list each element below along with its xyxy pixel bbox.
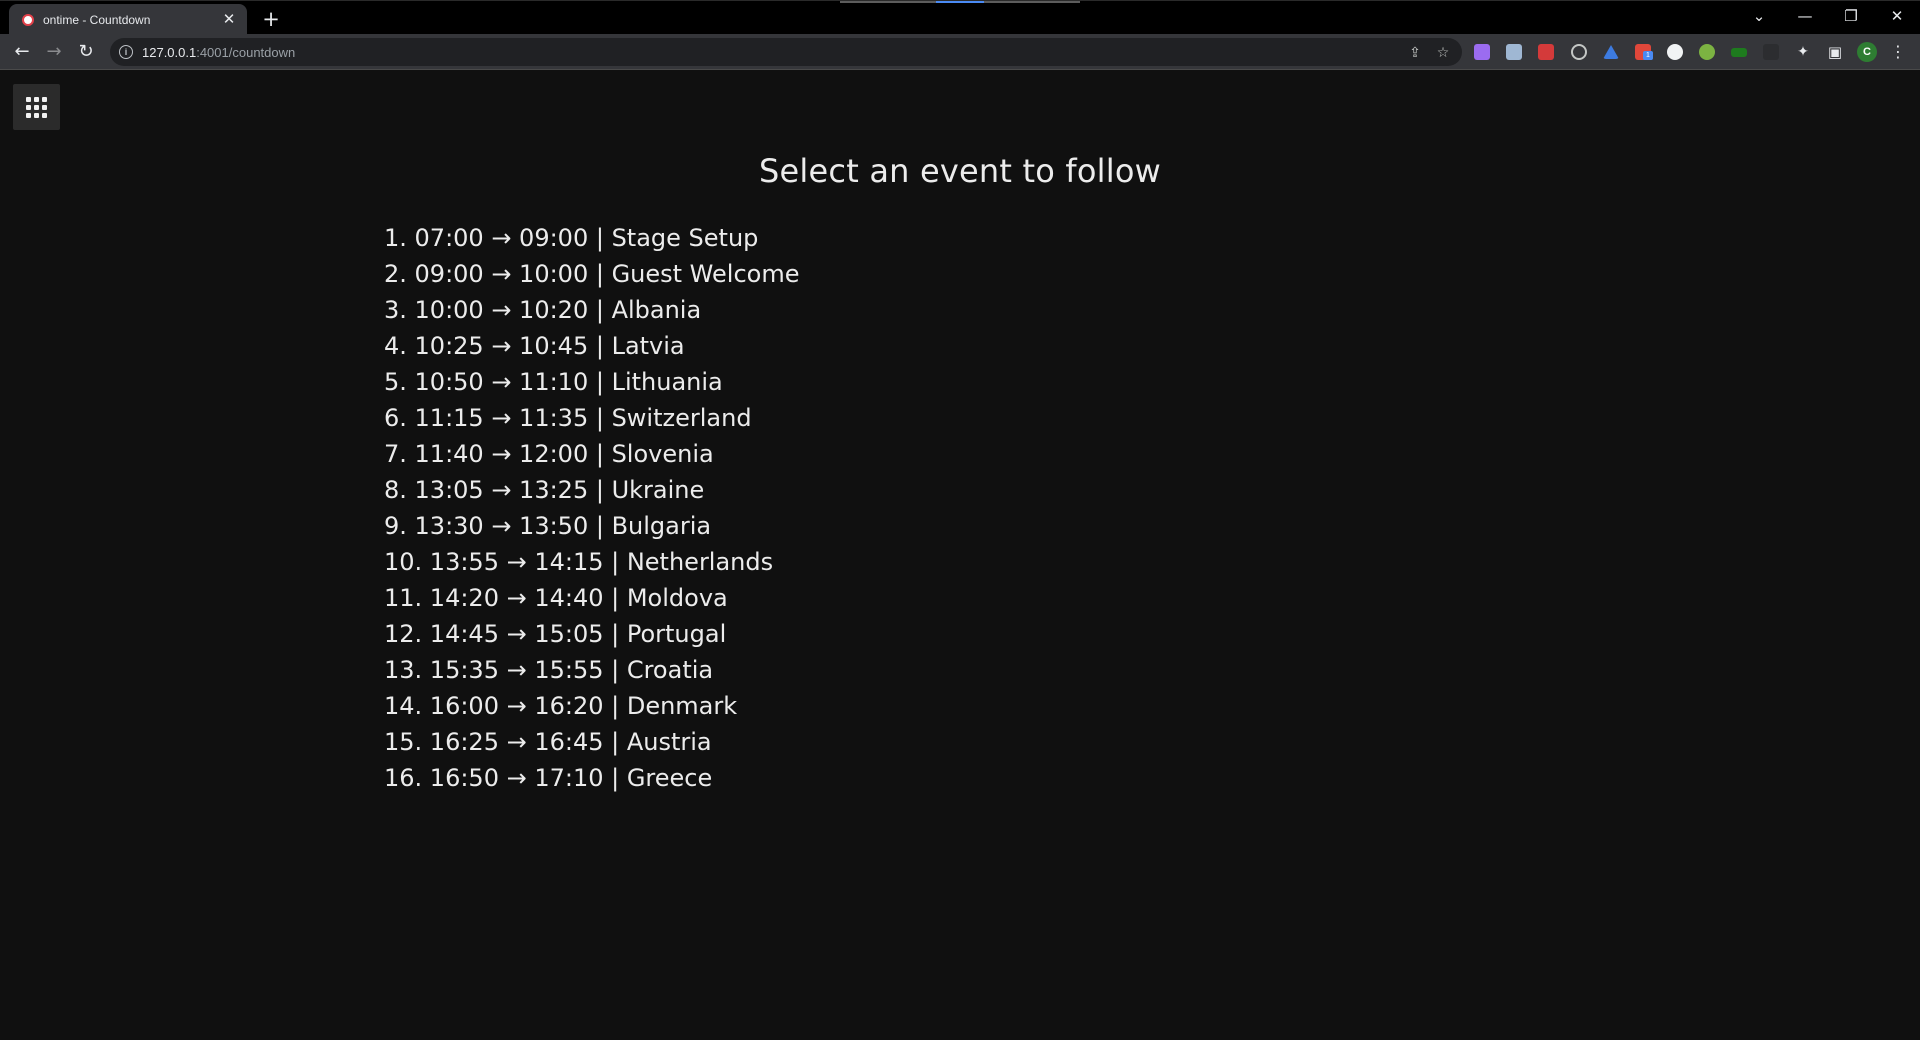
minimize-window-icon[interactable]: — — [1783, 3, 1827, 29]
event-item[interactable]: 12. 14:45 → 15:05 | Portugal — [384, 616, 799, 652]
profile-avatar[interactable]: C — [1857, 42, 1877, 62]
event-item[interactable]: 9. 13:30 → 13:50 | Bulgaria — [384, 508, 799, 544]
extension-red-icon[interactable] — [1538, 44, 1554, 60]
grid-menu-icon — [26, 96, 47, 118]
url-host: 127.0.0.1 — [142, 44, 197, 60]
extension-badge-icon[interactable]: 1 — [1635, 44, 1653, 60]
extension-green-icon[interactable] — [1731, 48, 1747, 57]
reload-icon[interactable]: ↻ — [72, 38, 100, 66]
extension-dark-icon[interactable] — [1763, 44, 1779, 60]
new-tab-button[interactable]: + — [258, 6, 284, 32]
event-item[interactable]: 3. 10:00 → 10:20 | Albania — [384, 292, 799, 328]
back-arrow-icon[interactable]: ← — [8, 38, 36, 66]
share-icon[interactable]: ⇪ — [1406, 44, 1424, 62]
tab-strip-indicator-active — [936, 1, 984, 3]
event-list: 1. 07:00 → 09:00 | Stage Setup 2. 09:00 … — [384, 220, 799, 796]
restore-window-icon[interactable]: ❐ — [1829, 3, 1873, 29]
event-item[interactable]: 6. 11:15 → 11:35 | Switzerland — [384, 400, 799, 436]
event-item[interactable]: 16. 16:50 → 17:10 | Greece — [384, 760, 799, 796]
tab-close-icon[interactable]: ✕ — [219, 10, 239, 30]
extension-purple-icon[interactable] — [1474, 44, 1490, 60]
event-item[interactable]: 1. 07:00 → 09:00 | Stage Setup — [384, 220, 799, 256]
browser-tab-active[interactable]: ontime - Countdown ✕ — [9, 4, 247, 35]
page-title: Select an event to follow — [759, 152, 1161, 190]
app-menu-button[interactable] — [13, 84, 60, 130]
site-info-icon[interactable]: i — [119, 45, 133, 59]
browser-tab-bar: ontime - Countdown ✕ + ⌄ — ❐ ✕ — [0, 0, 1920, 35]
extension-frog-icon[interactable] — [1699, 44, 1715, 60]
tab-title: ontime - Countdown — [43, 12, 151, 27]
extensions-puzzle-icon[interactable]: ✦ — [1789, 38, 1817, 66]
tab-search-icon[interactable]: ⌄ — [1737, 3, 1781, 29]
forward-arrow-icon[interactable]: → — [40, 38, 68, 66]
event-item[interactable]: 2. 09:00 → 10:00 | Guest Welcome — [384, 256, 799, 292]
ontime-favicon-icon — [22, 13, 34, 26]
bookmark-star-icon[interactable]: ☆ — [1434, 44, 1452, 62]
event-item[interactable]: 11. 14:20 → 14:40 | Moldova — [384, 580, 799, 616]
browser-menu-icon[interactable]: ⋮ — [1890, 40, 1906, 64]
extension-target-icon[interactable] — [1571, 44, 1587, 60]
url-text: 127.0.0.1:4001/countdown — [142, 45, 295, 60]
address-bar[interactable]: i 127.0.0.1:4001/countdown ⇪ ☆ — [110, 38, 1462, 66]
event-item[interactable]: 13. 15:35 → 15:55 | Croatia — [384, 652, 799, 688]
event-item[interactable]: 7. 11:40 → 12:00 | Slovenia — [384, 436, 799, 472]
event-item[interactable]: 14. 16:00 → 16:20 | Denmark — [384, 688, 799, 724]
browser-toolbar: ← → ↻ i 127.0.0.1:4001/countdown ⇪ ☆ 1 ✦… — [0, 34, 1920, 70]
extension-count-badge: 1 — [1643, 51, 1653, 60]
event-item[interactable]: 8. 13:05 → 13:25 | Ukraine — [384, 472, 799, 508]
side-panel-icon[interactable]: ▣ — [1821, 38, 1849, 66]
extension-triangle-icon[interactable] — [1603, 45, 1619, 59]
close-window-icon[interactable]: ✕ — [1875, 3, 1919, 29]
url-path: :4001/countdown — [196, 44, 296, 60]
extension-image-icon[interactable] — [1506, 44, 1522, 60]
countdown-page: Select an event to follow 1. 07:00 → 09:… — [0, 71, 1920, 1040]
extension-white-circle-icon[interactable] — [1667, 44, 1683, 60]
event-item[interactable]: 15. 16:25 → 16:45 | Austria — [384, 724, 799, 760]
event-item[interactable]: 5. 10:50 → 11:10 | Lithuania — [384, 364, 799, 400]
event-item[interactable]: 10. 13:55 → 14:15 | Netherlands — [384, 544, 799, 580]
event-item[interactable]: 4. 10:25 → 10:45 | Latvia — [384, 328, 799, 364]
